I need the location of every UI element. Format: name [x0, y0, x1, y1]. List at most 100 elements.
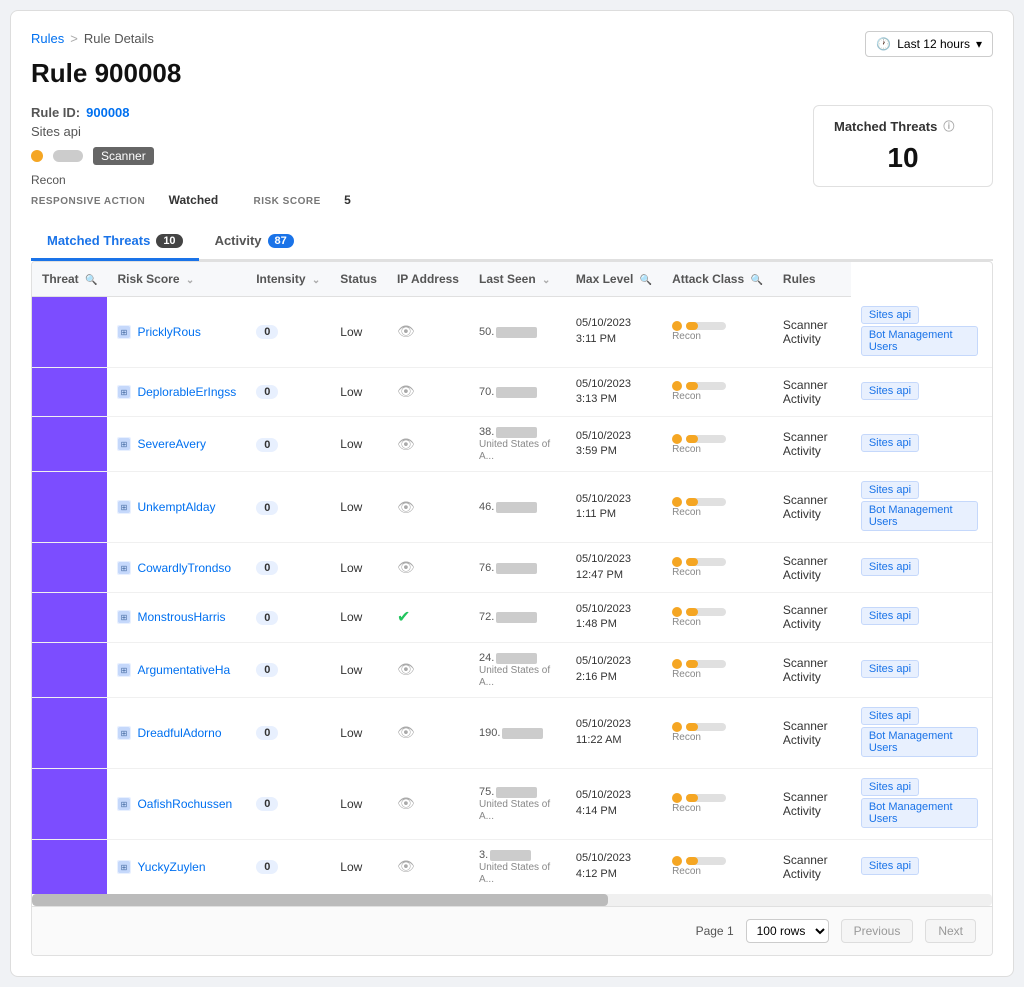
- col-status: Status: [330, 262, 387, 297]
- score-badge: 0: [256, 501, 278, 515]
- table-row: ⊞ PricklyRous 0Low👁50....05/10/20233:11 …: [32, 297, 992, 368]
- tabs-container: Matched Threats 10 Activity 87: [31, 223, 993, 261]
- breadcrumb: Rules > Rule Details: [31, 31, 993, 46]
- threat-name-link[interactable]: ⊞ SevereAvery: [117, 437, 236, 451]
- recon-bar: [686, 498, 726, 506]
- col-last-seen[interactable]: Last Seen ⌄: [469, 262, 566, 297]
- cell-status: 👁: [387, 472, 469, 543]
- svg-text:⊞: ⊞: [121, 440, 128, 449]
- row-left-bar: [32, 543, 107, 593]
- cell-last-seen: 05/10/202311:22 AM: [566, 697, 662, 768]
- cell-ip: 72....: [469, 593, 566, 643]
- threat-icon: ⊞: [117, 561, 131, 575]
- row-left-bar: [32, 367, 107, 417]
- cell-ip: 75....United States of A...: [469, 768, 566, 839]
- threat-icon: ⊞: [117, 500, 131, 514]
- time-selector-button[interactable]: 🕐 Last 12 hours ▾: [865, 31, 993, 57]
- chevron-down-icon: ▾: [976, 37, 982, 51]
- matched-threats-info-icon[interactable]: ⓘ: [943, 118, 954, 134]
- next-button[interactable]: Next: [925, 919, 976, 943]
- cell-last-seen: 05/10/20231:11 PM: [566, 472, 662, 543]
- cell-intensity: Low: [330, 543, 387, 593]
- recon-dot-icon: [672, 659, 682, 669]
- threat-name-link[interactable]: ⊞ YuckyZuylen: [117, 860, 236, 874]
- recon-dot-icon: [672, 856, 682, 866]
- cell-status: 👁: [387, 768, 469, 839]
- tab-matched-threats[interactable]: Matched Threats 10: [31, 223, 199, 261]
- recon-bar: [686, 382, 726, 390]
- threats-table-wrapper: Threat 🔍 Risk Score ⌄ Intensity ⌄ Status…: [31, 261, 993, 956]
- scanner-badge: Scanner: [93, 147, 154, 165]
- threat-icon: ⊞: [117, 663, 131, 677]
- col-intensity[interactable]: Intensity ⌄: [246, 262, 330, 297]
- cell-last-seen: 05/10/20233:13 PM: [566, 367, 662, 417]
- cell-risk-score: 0: [246, 543, 330, 593]
- cell-intensity: Low: [330, 472, 387, 543]
- recon-bar: [686, 608, 726, 616]
- score-badge: 0: [256, 726, 278, 740]
- table-scrollbar[interactable]: [32, 894, 992, 906]
- row-left-bar: [32, 839, 107, 894]
- cell-threat: ⊞ MonstrousHarris: [107, 593, 246, 643]
- score-badge: 0: [256, 325, 278, 339]
- tab-matched-threats-label: Matched Threats: [47, 233, 150, 248]
- cell-ip: 190....: [469, 697, 566, 768]
- threat-name-link[interactable]: ⊞ PricklyRous: [117, 325, 236, 339]
- recon-label: Recon: [31, 173, 773, 187]
- cell-intensity: Low: [330, 367, 387, 417]
- rule-tag: Bot Management Users: [861, 727, 978, 757]
- status-eye-icon: 👁: [397, 323, 415, 339]
- threat-name-link[interactable]: ⊞ DeplorableErIngss: [117, 385, 236, 399]
- cell-attack-class: Scanner Activity: [773, 367, 851, 417]
- threat-name-link[interactable]: ⊞ UnkemptAlday: [117, 500, 236, 514]
- recon-dot-icon: [672, 381, 682, 391]
- recon-bar: [686, 794, 726, 802]
- cell-rules: Sites api: [851, 417, 992, 472]
- cell-rules: Sites apiBot Management Users: [851, 472, 992, 543]
- cell-max-level: Recon: [662, 768, 773, 839]
- matched-threats-box-title: Matched Threats ⓘ: [834, 118, 972, 134]
- recon-text: Recon: [672, 391, 763, 402]
- threat-name-link[interactable]: ⊞ OafishRochussen: [117, 797, 236, 811]
- attack-class-search-icon[interactable]: 🔍: [750, 275, 762, 286]
- breadcrumb-separator: >: [70, 31, 78, 46]
- threat-icon: ⊞: [117, 385, 131, 399]
- cell-attack-class: Scanner Activity: [773, 543, 851, 593]
- recon-dot-icon: [672, 607, 682, 617]
- max-level-search-icon[interactable]: 🔍: [640, 275, 652, 286]
- cell-max-level: Recon: [662, 839, 773, 894]
- cell-ip: 3....United States of A...: [469, 839, 566, 894]
- threat-search-icon[interactable]: 🔍: [85, 275, 97, 286]
- threat-name-link[interactable]: ⊞ CowardlyTrondso: [117, 561, 236, 575]
- recon-dot-icon: [672, 434, 682, 444]
- svg-text:⊞: ⊞: [121, 729, 128, 738]
- threat-name-link[interactable]: ⊞ ArgumentativeHa: [117, 663, 236, 677]
- last-seen-sort-icon: ⌄: [542, 275, 550, 286]
- col-risk-score[interactable]: Risk Score ⌄: [107, 262, 246, 297]
- cell-attack-class: Scanner Activity: [773, 768, 851, 839]
- rows-per-page-select[interactable]: 100 rows 50 rows 25 rows: [746, 919, 829, 943]
- threat-name-link[interactable]: ⊞ DreadfulAdorno: [117, 726, 236, 740]
- tab-activity[interactable]: Activity 87: [199, 223, 310, 261]
- threat-name-link[interactable]: ⊞ MonstrousHarris: [117, 610, 236, 624]
- cell-attack-class: Scanner Activity: [773, 642, 851, 697]
- cell-last-seen: 05/10/20232:16 PM: [566, 642, 662, 697]
- cell-attack-class: Scanner Activity: [773, 839, 851, 894]
- rule-id-value[interactable]: 900008: [86, 105, 129, 120]
- threat-icon: ⊞: [117, 726, 131, 740]
- cell-risk-score: 0: [246, 472, 330, 543]
- recon-text: Recon: [672, 567, 763, 578]
- cell-risk-score: 0: [246, 417, 330, 472]
- breadcrumb-rules-link[interactable]: Rules: [31, 31, 64, 46]
- cell-max-level: Recon: [662, 472, 773, 543]
- gray-bar: [53, 150, 83, 162]
- score-badge: 0: [256, 611, 278, 625]
- table-row: ⊞ MonstrousHarris 0Low✔72....05/10/20231…: [32, 593, 992, 643]
- previous-button[interactable]: Previous: [841, 919, 914, 943]
- cell-rules: Sites apiBot Management Users: [851, 297, 992, 368]
- row-left-bar: [32, 417, 107, 472]
- cell-intensity: Low: [330, 768, 387, 839]
- intensity-sort-icon: ⌄: [312, 275, 320, 286]
- threat-icon: ⊞: [117, 437, 131, 451]
- row-left-bar: [32, 768, 107, 839]
